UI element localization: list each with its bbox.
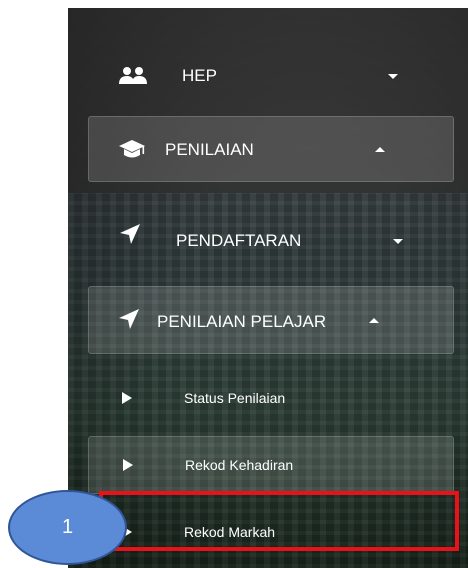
play-icon — [123, 459, 133, 471]
menu-item-pendaftaran[interactable]: PENDAFTARAN — [88, 208, 454, 272]
chevron-up-icon — [369, 318, 379, 323]
step-badge: 1 — [8, 490, 127, 565]
menu-item-hep[interactable]: HEP — [88, 46, 454, 106]
chevron-up-icon — [375, 147, 385, 152]
menu-item-label: PENILAIAN PELAJAR — [157, 312, 327, 331]
chevron-down-icon — [393, 239, 403, 244]
submenu-item-label: Rekod Kehadiran — [185, 457, 294, 473]
users-icon — [118, 64, 148, 88]
sidebar-menu: HEP PENILAIAN PENDAFTARAN PENILAIAN PELA… — [68, 8, 468, 568]
chevron-down-icon — [388, 74, 398, 79]
submenu-item-label: Rekod Markah — [184, 524, 276, 540]
menu-item-penilaian[interactable]: PENILAIAN — [88, 116, 454, 182]
submenu-item-rekod-markah[interactable]: Rekod Markah — [88, 502, 454, 562]
play-icon — [122, 392, 132, 404]
step-number: 1 — [61, 516, 74, 538]
menu-item-penilaian-pelajar[interactable]: PENILAIAN PELAJAR — [88, 286, 454, 354]
menu-item-label: HEP — [182, 66, 217, 85]
location-arrow-icon — [118, 222, 142, 246]
submenu-item-rekod-kehadiran[interactable]: Rekod Kehadiran — [88, 436, 454, 494]
graduation-cap-icon — [117, 137, 147, 161]
menu-item-label: PENILAIAN — [165, 140, 254, 159]
submenu-item-status-penilaian[interactable]: Status Penilaian — [88, 368, 454, 428]
menu-item-label: PENDAFTARAN — [176, 231, 302, 250]
location-arrow-icon — [117, 307, 141, 331]
submenu-item-label: Status Penilaian — [184, 390, 286, 406]
